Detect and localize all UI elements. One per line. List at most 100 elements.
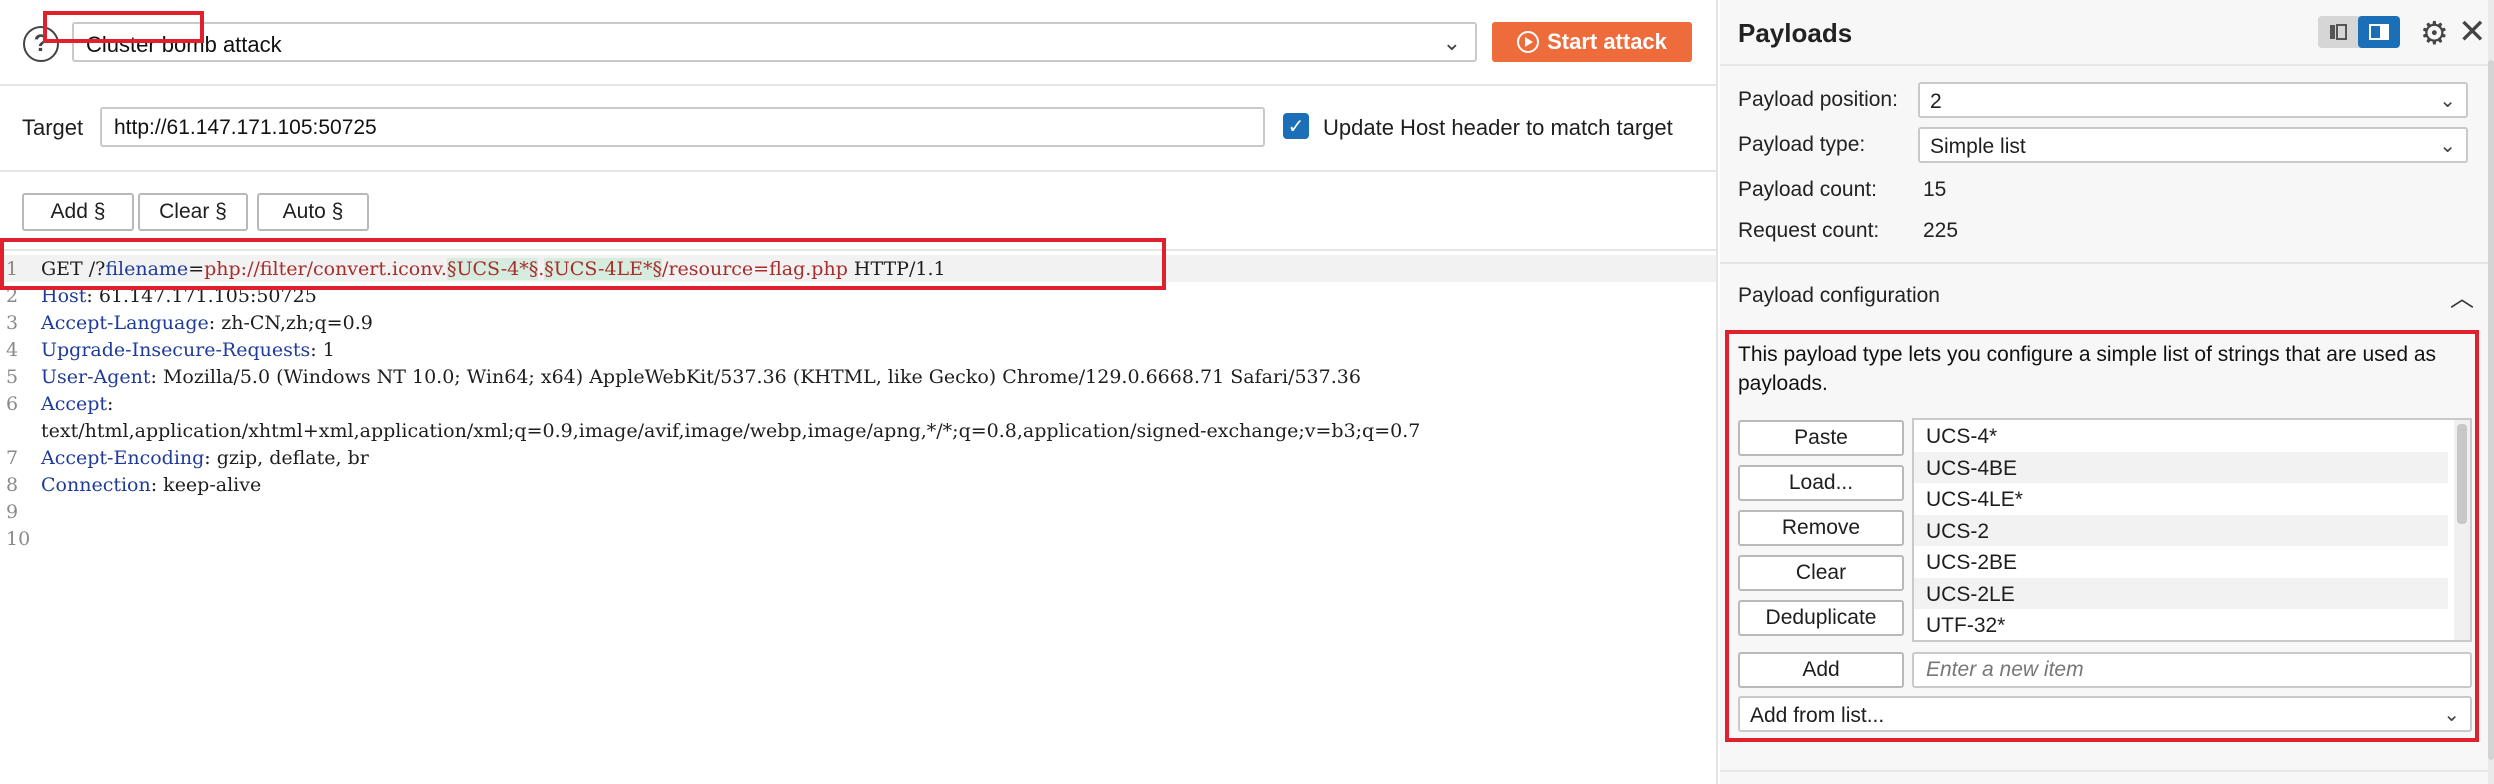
header-name: Connection xyxy=(41,474,151,496)
attack-type-select[interactable]: Cluster bomb attack ⌄ xyxy=(72,22,1477,62)
clear-button[interactable]: Clear xyxy=(1738,555,1904,591)
scrollbar-thumb[interactable] xyxy=(2457,424,2467,524)
add-marker-button[interactable]: Add § xyxy=(22,193,134,231)
gear-icon[interactable]: ⚙ xyxy=(2420,14,2449,52)
intruder-positions-pane: ? Cluster bomb attack ⌄ Start attack Tar… xyxy=(0,0,1718,784)
payload-type-label: Payload type: xyxy=(1738,133,1866,156)
start-attack-button[interactable]: Start attack xyxy=(1492,22,1692,62)
line-number: 4 xyxy=(6,339,19,361)
chevron-down-icon: ⌄ xyxy=(2443,704,2460,726)
header-name: Upgrade-Insecure-Requests xyxy=(41,339,311,361)
scrollbar[interactable] xyxy=(2454,420,2470,640)
request-line-code: GET /?filename=php://filter/convert.icon… xyxy=(41,258,946,280)
request-line: 10 xyxy=(0,525,1716,552)
header-value: : 1 xyxy=(310,339,335,361)
list-item[interactable]: UCS-4LE* xyxy=(1914,483,2448,515)
request-line-code: User-Agent: Mozilla/5.0 (Windows NT 10.0… xyxy=(41,366,1361,388)
payload-position-1[interactable]: §UCS-4*§ xyxy=(446,258,539,280)
new-item-field[interactable] xyxy=(1914,654,2470,686)
payload-position-label: Payload position: xyxy=(1738,88,1898,111)
header-name: Accept xyxy=(41,393,108,415)
load-button[interactable]: Load... xyxy=(1738,465,1904,501)
chevron-down-icon: ⌄ xyxy=(2439,90,2456,112)
request-line-code: Accept: xyxy=(41,393,113,415)
request-line: 1 GET /?filename=php://filter/convert.ic… xyxy=(0,255,1716,282)
request-line-code: Host: 61.147.171.105:50725 xyxy=(41,285,317,307)
paste-button[interactable]: Paste xyxy=(1738,420,1904,456)
header-name: Host xyxy=(41,285,87,307)
target-url-input[interactable]: http://61.147.171.105:50725 xyxy=(100,107,1265,147)
panel-scrollbar[interactable] xyxy=(2488,0,2494,784)
new-item-input[interactable] xyxy=(1912,652,2472,688)
request-line-code: Accept-Language: zh-CN,zh;q=0.9 xyxy=(41,312,373,334)
request-line: 5 User-Agent: Mozilla/5.0 (Windows NT 10.… xyxy=(0,363,1716,390)
request-line: 9 xyxy=(0,498,1716,525)
payload-position-select[interactable]: 2 ⌄ xyxy=(1918,82,2468,118)
layout-toggle[interactable] xyxy=(2318,16,2400,48)
request-editor[interactable]: 1 GET /?filename=php://filter/convert.ic… xyxy=(0,255,1716,784)
list-item[interactable]: UCS-4* xyxy=(1914,420,2448,452)
request-line: 6 Accept: xyxy=(0,390,1716,417)
list-item[interactable]: UTF-32* xyxy=(1914,609,2448,640)
request-line-code: text/html,application/xhtml+xml,applicat… xyxy=(41,420,1420,442)
panel-title: Payloads xyxy=(1738,18,1853,48)
request-line: 2 Host: 61.147.171.105:50725 xyxy=(0,282,1716,309)
divider xyxy=(0,249,1716,251)
request-line-code: Connection: keep-alive xyxy=(41,474,261,496)
list-item[interactable]: UCS-2BE xyxy=(1914,546,2448,578)
play-icon xyxy=(1517,31,1540,53)
header-name: Accept-Encoding xyxy=(41,447,205,469)
request-count-label: Request count: xyxy=(1738,219,1880,242)
line-number: 3 xyxy=(6,312,19,334)
header-name: Accept-Language xyxy=(41,312,209,334)
divider xyxy=(0,170,1716,172)
line-number: 9 xyxy=(6,501,19,523)
chevron-down-icon: ⌄ xyxy=(1442,30,1461,55)
list-item[interactable]: UCS-2LE xyxy=(1914,577,2448,609)
header-value: : Mozilla/5.0 (Windows NT 10.0; Win64; x… xyxy=(150,366,1361,388)
layout-list-icon[interactable] xyxy=(2318,16,2358,48)
update-host-checkbox[interactable]: ✓ xyxy=(1283,113,1309,139)
auto-markers-button[interactable]: Auto § xyxy=(257,193,369,231)
payload-type-select[interactable]: Simple list ⌄ xyxy=(1918,127,2468,163)
payload-count-value: 15 xyxy=(1923,178,1947,201)
request-line: 4 Upgrade-Insecure-Requests: 1 xyxy=(0,336,1716,363)
header-value: text/html,application/xhtml+xml,applicat… xyxy=(41,420,1421,442)
line-number: 6 xyxy=(6,393,19,415)
header-value: : keep-alive xyxy=(150,474,262,496)
request-line: text/html,application/xhtml+xml,applicat… xyxy=(0,417,1716,444)
list-item[interactable]: UCS-2 xyxy=(1914,514,2448,546)
attack-type-value: Cluster bomb attack xyxy=(86,32,282,57)
request-line-code: Accept-Encoding: gzip, deflate, br xyxy=(41,447,369,469)
add-item-button[interactable]: Add xyxy=(1738,652,1904,688)
help-icon[interactable]: ? xyxy=(23,26,59,62)
payload-configuration-header[interactable]: Payload configuration ︿ xyxy=(1720,262,2488,322)
line-number: 8 xyxy=(6,474,19,496)
update-host-label: Update Host header to match target xyxy=(1323,115,1673,140)
header-name: User-Agent xyxy=(41,366,151,388)
request-count-value: 225 xyxy=(1923,219,1959,242)
add-from-list-select[interactable]: Add from list... ⌄ xyxy=(1738,696,2472,732)
request-line: 7 Accept-Encoding: gzip, deflate, br xyxy=(0,444,1716,471)
deduplicate-button[interactable]: Deduplicate xyxy=(1738,600,1904,636)
line-number: 10 xyxy=(6,528,31,550)
chevron-up-icon[interactable]: ︿ xyxy=(2450,278,2474,313)
header-value: : xyxy=(107,393,114,415)
section-title: Payload configuration xyxy=(1738,284,1940,307)
header-value: : 61.147.171.105:50725 xyxy=(86,285,317,307)
divider xyxy=(1720,64,2488,66)
layout-split-icon[interactable] xyxy=(2358,16,2400,48)
target-label: Target xyxy=(22,115,84,140)
payload-list[interactable]: UCS-4* UCS-4BE UCS-4LE* UCS-2 UCS-2BE UCS-2LE… xyxy=(1912,418,2472,642)
list-item[interactable]: UCS-4BE xyxy=(1914,451,2448,483)
divider xyxy=(1720,770,2488,772)
close-icon[interactable]: ✕ xyxy=(2458,12,2487,52)
clear-markers-button[interactable]: Clear § xyxy=(138,193,248,231)
payload-position-2[interactable]: §UCS-4LE*§ xyxy=(544,258,663,280)
payloads-panel: Payloads ⚙ ✕ Payload position: 2 ⌄ Paylo… xyxy=(1720,0,2494,784)
remove-button[interactable]: Remove xyxy=(1738,510,1904,546)
request-line-code: Upgrade-Insecure-Requests: 1 xyxy=(41,339,335,361)
scrollbar-thumb[interactable] xyxy=(2488,60,2494,760)
header-value: : zh-CN,zh;q=0.9 xyxy=(208,312,373,334)
payload-count-label: Payload count: xyxy=(1738,178,1877,201)
